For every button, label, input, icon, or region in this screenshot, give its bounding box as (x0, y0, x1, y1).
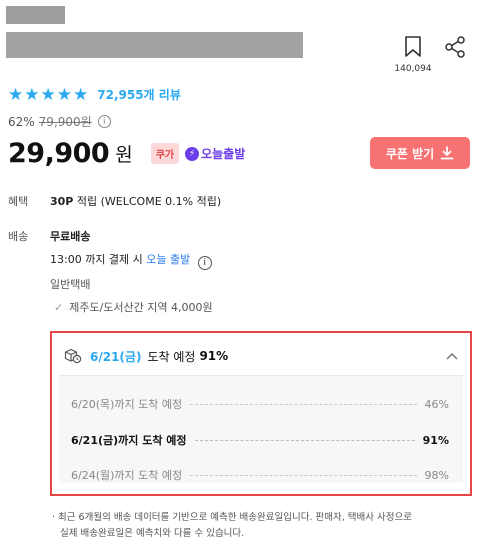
footnote-line: · 최근 6개월의 배송 데이터를 기반으로 예측한 배송완료일입니다. 판매자… (52, 512, 412, 523)
star-icon: ★ (73, 84, 89, 105)
estimate-row-label: 6/24(월)까지 도착 예정 (71, 469, 183, 482)
delivery-footnote: · 최근 6개월의 배송 데이터를 기반으로 예측한 배송완료일입니다. 판매자… (52, 510, 492, 542)
shipping-cutoff-text: 13:00 까지 결제 시 (50, 253, 143, 266)
discount-row: 62% 79,900원 i (8, 113, 111, 130)
shipping-cutoff-highlight: 오늘 출발 (146, 253, 191, 266)
star-icon: ★ (24, 84, 40, 105)
sale-price: 29,900 (8, 138, 110, 169)
benefit-points: 30P (50, 195, 74, 208)
package-clock-icon (64, 348, 82, 364)
estimate-header-text: 도착 예정 (147, 349, 196, 364)
benefit-label: 혜택 (8, 195, 29, 208)
bookmark-icon (405, 36, 421, 57)
dotted-leader (190, 474, 417, 476)
estimate-row-label: 6/21(금)까지 도착 예정 (71, 434, 187, 447)
benefit-points-text: 적립 (WELCOME 0.1% 적립) (76, 195, 222, 208)
redacted-brand (6, 6, 65, 24)
estimate-date: 6/21(금) (90, 349, 142, 364)
footnote-text: 실제 배송완료일은 예측치와 다를 수 있습니다. (60, 528, 245, 539)
delivery-estimate-header[interactable]: 6/21(금) 도착 예정 91% (64, 345, 458, 367)
share-button[interactable] (444, 36, 466, 62)
shipping-type: 무료배송 (50, 230, 91, 243)
share-icon (445, 36, 465, 58)
wishlist-button[interactable]: 140,094 (393, 36, 433, 74)
shipping-label: 배송 (8, 230, 29, 243)
estimate-row-rate: 98% (424, 468, 449, 482)
estimate-row-rate: 46% (424, 397, 449, 411)
star-icon: ★ (40, 84, 56, 105)
estimate-row: 6/24(월)까지 도착 예정 98% (71, 467, 449, 483)
review-count-link[interactable]: 72,955개 리뷰 (97, 86, 181, 103)
coupon-button[interactable]: 쿠폰 받기 (370, 137, 470, 169)
wishlist-count: 140,094 (394, 64, 432, 74)
estimate-list: 6/20(목)까지 도착 예정 46% 6/21(금)까지 도착 예정 91% … (59, 375, 463, 483)
shipping-cutoff: 13:00 까지 결제 시 오늘 출발 i (50, 251, 212, 270)
info-icon[interactable]: i (197, 256, 212, 270)
remote-area-text: 제주도/도서산간 지역 4,000원 (69, 301, 213, 314)
info-icon[interactable]: i (97, 115, 111, 128)
download-icon (440, 146, 454, 160)
star-icon: ★ (8, 84, 24, 105)
footnote-line: 실제 배송완료일은 예측치와 다를 수 있습니다. (52, 526, 492, 542)
shipping-carrier: 일반택배 (50, 278, 91, 291)
estimate-rate: 91% (199, 349, 229, 363)
original-price: 79,900원 (38, 115, 92, 129)
chevron-up-icon[interactable] (446, 352, 458, 360)
estimate-row-label: 6/20(목)까지 도착 예정 (71, 398, 183, 411)
remote-area-note: ✓ 제주도/도서산간 지역 4,000원 (54, 299, 213, 315)
delivery-estimate-box: 6/21(금) 도착 예정 91% 6/20(목)까지 도착 예정 46% 6/… (50, 331, 472, 496)
redacted-title (6, 32, 303, 58)
footnote-text: 최근 6개월의 배송 데이터를 기반으로 예측한 배송완료일입니다. 판매자, … (58, 512, 412, 523)
star-rating: ★ ★ ★ ★ ★ (8, 84, 89, 105)
star-icon: ★ (56, 84, 72, 105)
currency-unit: 원 (115, 144, 133, 166)
lightning-icon: ⚡ (185, 146, 200, 161)
benefit-value: 30P 적립 (WELCOME 0.1% 적립) (50, 193, 221, 209)
coupon-button-label: 쿠폰 받기 (385, 146, 435, 161)
check-icon: ✓ (54, 301, 64, 314)
estimate-row: 6/20(목)까지 도착 예정 46% (71, 396, 449, 412)
today-delivery-label: 오늘출발 (201, 147, 246, 161)
rating-row[interactable]: ★ ★ ★ ★ ★ 72,955개 리뷰 (8, 86, 181, 103)
dotted-leader (190, 403, 417, 405)
discount-rate: 62% (8, 114, 35, 129)
badge: 쿠가 (150, 143, 180, 164)
price-row: 29,900 원 쿠가 ⚡ 오늘출발 (8, 138, 245, 169)
estimate-row-rate: 91% (422, 433, 449, 447)
estimate-row: 6/21(금)까지 도착 예정 91% (71, 432, 449, 448)
dotted-leader (194, 439, 415, 441)
